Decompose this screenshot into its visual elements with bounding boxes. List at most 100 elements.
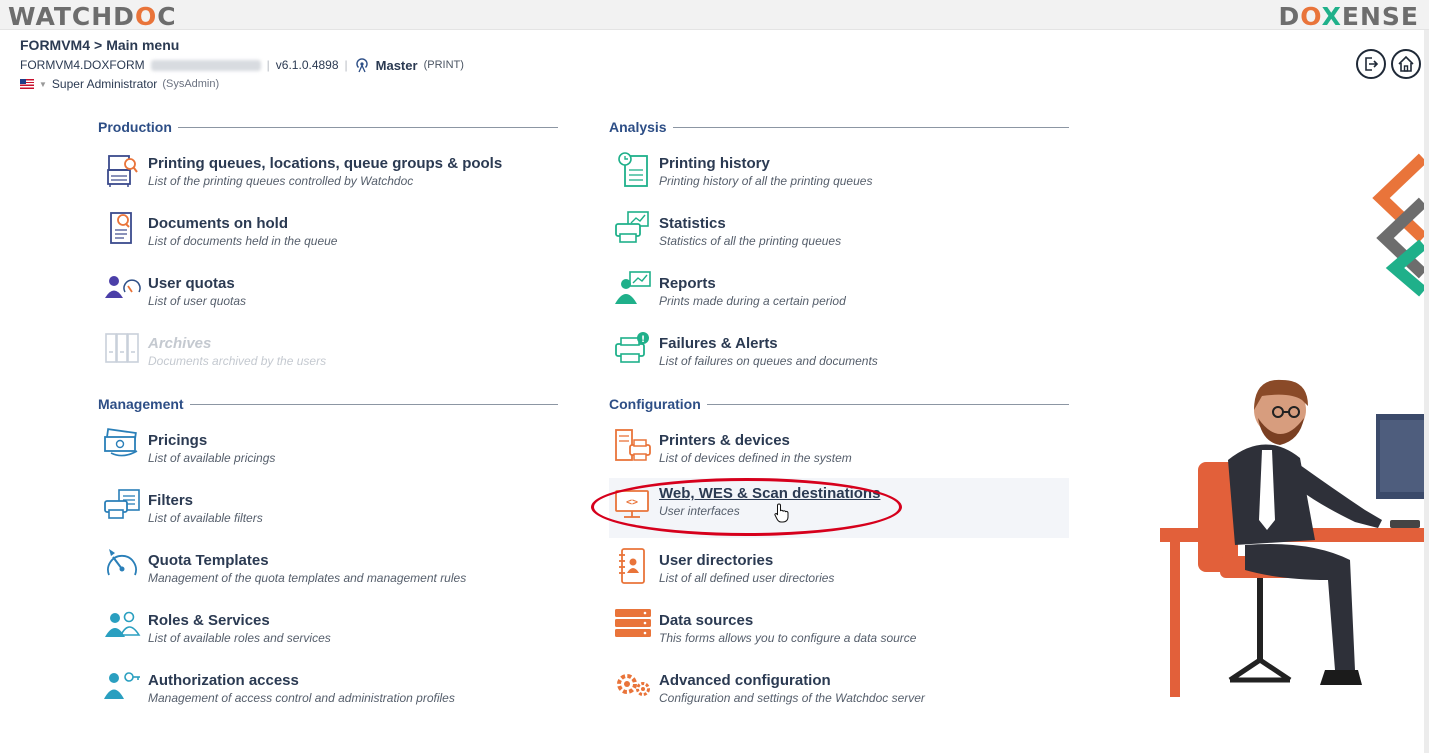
svg-text:!: ! [641, 335, 645, 345]
menu-item-title[interactable]: Failures & Alerts [659, 335, 878, 352]
money-icon [102, 425, 142, 469]
menu-item-user-directories[interactable]: User directories List of all defined user… [613, 545, 1073, 605]
menu-item-desc: This forms allows you to configure a dat… [659, 631, 917, 645]
menu-item-title[interactable]: User directories [659, 552, 834, 569]
address-book-icon [613, 545, 653, 589]
menu-item-pricings[interactable]: Pricings List of available pricings [102, 425, 562, 485]
menu-item-data-sources[interactable]: Data sources This forms allows you to con… [613, 605, 1073, 665]
menu-item-archives: Archives Documents archived by the users [102, 328, 562, 388]
menu-item-title[interactable]: Statistics [659, 215, 841, 232]
menu-item-desc: Configuration and settings of the Watchd… [659, 691, 925, 705]
menu-item-roles-services[interactable]: Roles & Services List of available roles … [102, 605, 562, 665]
user-name: Super Administrator [51, 77, 158, 91]
menu-item-title[interactable]: Advanced configuration [659, 672, 925, 689]
blurred-address [150, 59, 261, 71]
filter-icon [102, 485, 142, 529]
hand-cursor-icon [774, 503, 789, 523]
home-button[interactable] [1391, 49, 1421, 79]
menu-item-desc: Printing history of all the printing que… [659, 174, 873, 188]
menu-item-desc: List of available filters [148, 511, 263, 525]
monitor-code-icon: <> [613, 485, 653, 529]
broadcast-icon [355, 58, 368, 73]
doxense-logo: DOXENSE [1278, 2, 1419, 31]
menu-item-web-wes-scan[interactable]: <> Web, WES & Scan destinations User inte… [609, 478, 1069, 538]
menu-item-title[interactable]: Web, WES & Scan destinations [659, 485, 880, 502]
menu-item-desc: List of failures on queues and documents [659, 354, 878, 368]
watchdoc-logo: WATCHDOC [8, 2, 177, 31]
menu-item-desc: Management of access control and adminis… [148, 691, 455, 705]
document-search-icon [102, 208, 142, 252]
window-edge [1424, 30, 1429, 753]
menu-item-title[interactable]: User quotas [148, 275, 246, 292]
menu-item-title[interactable]: Documents on hold [148, 215, 337, 232]
archive-icon [102, 328, 142, 372]
user-key-icon [102, 665, 142, 709]
breadcrumb-page: Main menu [106, 37, 180, 53]
menu-item-printers-devices[interactable]: Printers & devices List of devices define… [613, 425, 1073, 485]
menu-item-title[interactable]: Data sources [659, 612, 916, 629]
menu-item-title[interactable]: Printing history [659, 155, 872, 172]
printer-alert-icon: ! [613, 328, 653, 372]
menu-item-title[interactable]: Filters [148, 492, 263, 509]
menu-item-quota-templates[interactable]: Quota Templates Management of the quota t… [102, 545, 562, 605]
decorative-chevrons [1372, 153, 1425, 297]
menu-item-desc: Prints made during a certain period [659, 294, 846, 308]
menu-item-desc: Documents archived by the users [148, 354, 327, 368]
menu-item-printing-queues[interactable]: Printing queues, locations, queue groups… [102, 148, 562, 208]
breadcrumb: FORMVM4 > Main menu [20, 37, 180, 53]
menu-item-desc: Management of the quota templates and ma… [148, 571, 467, 585]
section-production: Production [98, 119, 558, 135]
menu-item-desc: List of documents held in the queue [148, 234, 338, 248]
server-name: FORMVM4.DOXFORM [20, 58, 145, 72]
menu-item-desc: List of devices defined in the system [659, 451, 852, 465]
menu-item-desc: User interfaces [659, 504, 740, 518]
menu-item-desc: Statistics of all the printing queues [659, 234, 842, 248]
menu-item-title[interactable]: Printers & devices [659, 432, 852, 449]
server-info: FORMVM4.DOXFORM | v6.1.0.4898 | Master (… [20, 57, 464, 73]
logout-button[interactable] [1356, 49, 1386, 79]
menu-item-reports[interactable]: Reports Prints made during a certain peri… [613, 268, 1073, 328]
user-info[interactable]: ▼ Super Administrator (SysAdmin) [20, 77, 219, 91]
menu-item-desc: List of available roles and services [148, 631, 331, 645]
menu-item-title[interactable]: Authorization access [148, 672, 455, 689]
menu-item-authorization-access[interactable]: Authorization access Management of access… [102, 665, 562, 725]
menu-item-desc: List of the printing queues controlled b… [148, 174, 414, 188]
top-brand-bar: WATCHDOC DOXENSE [0, 0, 1429, 31]
menu-item-documents-on-hold[interactable]: Documents on hold List of documents held … [102, 208, 562, 268]
devices-icon [613, 425, 653, 469]
menu-item-title[interactable]: Pricings [148, 432, 275, 449]
history-icon [613, 148, 653, 192]
users-icon [102, 605, 142, 649]
section-management: Management [98, 396, 558, 412]
menu-item-title: Archives [148, 335, 212, 352]
server-role: Master [375, 57, 418, 73]
menu-item-user-quotas[interactable]: User quotas List of user quotas [102, 268, 562, 328]
section-configuration: Configuration [609, 396, 1069, 412]
section-analysis: Analysis [609, 119, 1069, 135]
us-flag-icon[interactable] [20, 79, 34, 89]
printer-search-icon [102, 148, 142, 192]
menu-item-title[interactable]: Roles & Services [148, 612, 331, 629]
menu-item-title[interactable]: Quota Templates [148, 552, 466, 569]
version: v6.1.0.4898 [275, 58, 339, 72]
chevron-down-icon[interactable]: ▼ [39, 80, 47, 89]
menu-item-title[interactable]: Printing queues, locations, queue groups… [148, 155, 502, 172]
gauge-icon [102, 545, 142, 589]
printer-chart-icon [613, 208, 653, 252]
menu-item-failures-alerts[interactable]: ! Failures & Alerts List of failures on q… [613, 328, 1073, 388]
breadcrumb-server[interactable]: FORMVM4 [20, 37, 90, 53]
menu-item-desc: List of available pricings [148, 451, 276, 465]
menu-item-filters[interactable]: Filters List of available filters [102, 485, 562, 545]
gears-icon [613, 665, 653, 709]
menu-item-printing-history[interactable]: Printing history Printing history of all … [613, 148, 1073, 208]
menu-item-title[interactable]: Reports [659, 275, 846, 292]
menu-item-advanced-configuration[interactable]: Advanced configuration Configuration and … [613, 665, 1073, 725]
user-chart-icon [613, 268, 653, 312]
menu-item-statistics[interactable]: Statistics Statistics of all the printing… [613, 208, 1073, 268]
server-icon [613, 605, 653, 649]
user-role: (SysAdmin) [162, 78, 220, 90]
home-icon [1398, 55, 1414, 72]
man-at-desk-illustration [1160, 379, 1425, 697]
user-gauge-icon [102, 268, 142, 312]
menu-item-desc: List of all defined user directories [659, 571, 835, 585]
